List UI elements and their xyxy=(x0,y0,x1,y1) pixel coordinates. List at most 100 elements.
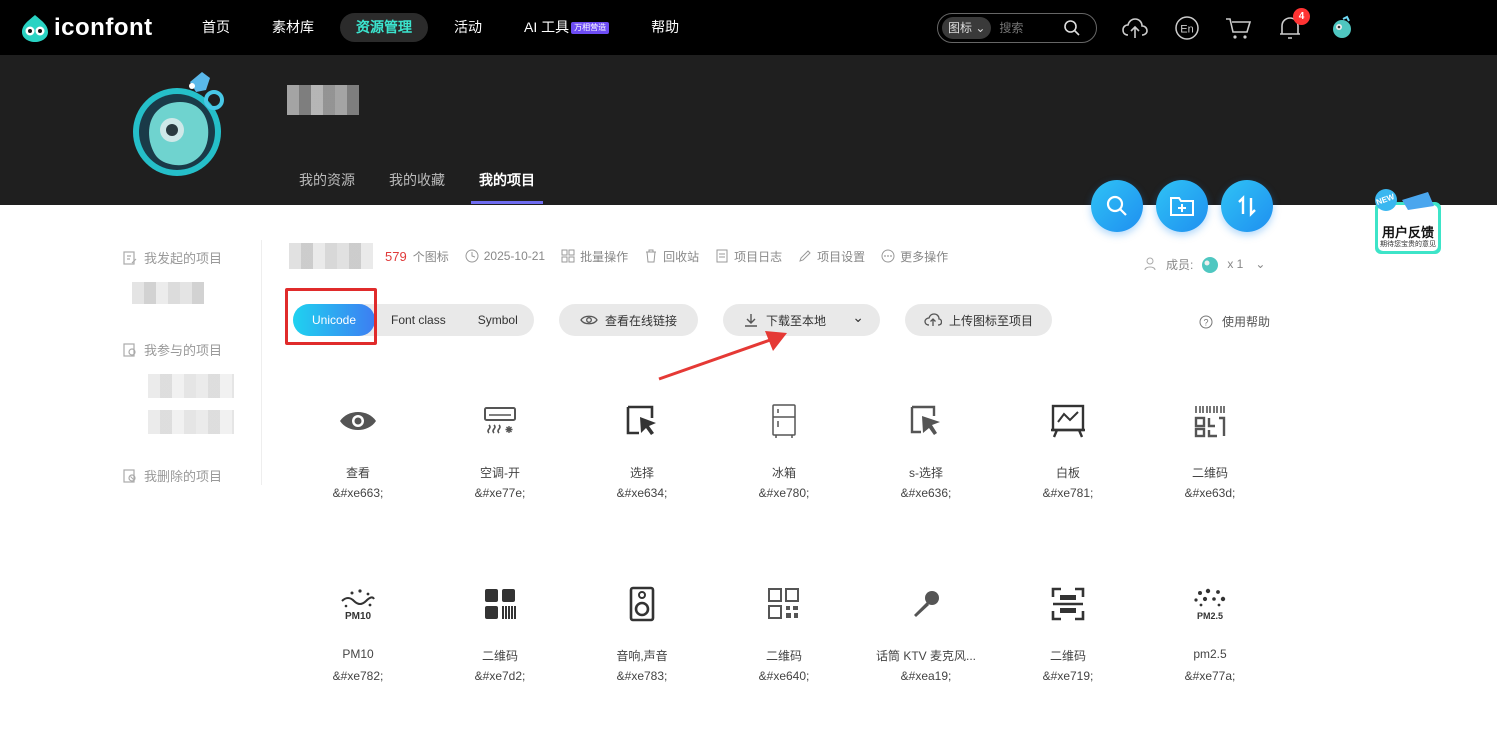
svg-text:PM2.5: PM2.5 xyxy=(1197,611,1223,621)
icon-card[interactable]: 查看 &#xe663; xyxy=(287,401,429,541)
icon-card[interactable]: 选择 &#xe634; xyxy=(571,401,713,541)
tab-my-favorites[interactable]: 我的收藏 xyxy=(381,160,453,204)
add-folder-float-button[interactable] xyxy=(1156,180,1208,232)
nav-materials[interactable]: 素材库 xyxy=(256,13,330,42)
icon-card[interactable]: PM2.5 pm2.5 &#xe77a; xyxy=(1139,584,1281,724)
nav-events[interactable]: 活动 xyxy=(438,13,498,42)
project-log-button[interactable]: 项目日志 xyxy=(715,248,782,265)
project-log-label: 项目日志 xyxy=(734,249,783,264)
batch-operation-label: 批量操作 xyxy=(580,249,629,264)
user-avatar[interactable] xyxy=(1328,14,1356,42)
chevron-down-icon[interactable]: ⌄ xyxy=(852,309,864,326)
icon-card[interactable]: s-选择 &#xe636; xyxy=(855,401,997,541)
more-dots-icon xyxy=(881,249,895,263)
upload-icons-button[interactable]: 上传图标至项目 xyxy=(905,304,1052,336)
sidebar-joined-projects[interactable]: 我参与的项目 xyxy=(122,340,222,359)
log-icon xyxy=(716,249,728,263)
icon-card[interactable]: 二维码 &#xe7d2; xyxy=(429,584,571,724)
sidebar-created-projects[interactable]: 我发起的项目 xyxy=(122,248,222,267)
delete-document-icon xyxy=(123,468,136,483)
s-select-icon xyxy=(906,401,946,441)
cart-icon[interactable] xyxy=(1224,14,1252,42)
profile-avatar xyxy=(130,62,230,182)
search-type-select[interactable]: 图标 ⌄ xyxy=(942,17,992,39)
nav-ai-tools-label: AI 工具 xyxy=(524,19,570,35)
batch-operation-button[interactable]: 批量操作 xyxy=(561,248,628,265)
icon-card[interactable]: 话筒 KTV 麦克风... &#xea19; xyxy=(855,584,997,724)
sidebar-deleted-projects[interactable]: 我删除的项目 xyxy=(122,466,222,485)
project-date: 2025-10-21 xyxy=(465,249,545,263)
icon-card[interactable]: 白板 &#xe781; xyxy=(997,401,1139,541)
sidebar-project-blurred[interactable] xyxy=(148,374,234,398)
icon-count-unit: 个图标 xyxy=(412,249,449,264)
language-en-icon[interactable]: En xyxy=(1173,14,1201,42)
search-input[interactable] xyxy=(999,21,1064,35)
icon-name: 二维码 xyxy=(1049,649,1086,663)
icon-name: pm2.5 xyxy=(1193,647,1227,661)
top-navigation-bar: iconfont 首页 素材库 资源管理 活动 AI 工具 万相营造 帮助 图标 … xyxy=(0,0,1497,55)
icon-unicode: &#xe636; xyxy=(900,486,952,500)
project-info-bar: 579 个图标 2025-10-21 批量操作 回收站 项目日志 项目设置 更多… xyxy=(289,241,948,271)
icon-card[interactable]: 音响,声音 &#xe783; xyxy=(571,584,713,724)
project-settings-button[interactable]: 项目设置 xyxy=(798,248,865,265)
upload-icons-label: 上传图标至项目 xyxy=(948,313,1033,328)
usage-help-label: 使用帮助 xyxy=(1222,315,1271,329)
icon-name: 冰箱 xyxy=(771,466,796,480)
icon-unicode: &#xe63d; xyxy=(1184,486,1236,500)
sidebar-project-blurred[interactable] xyxy=(132,282,204,304)
svg-text:?: ? xyxy=(1203,317,1208,327)
ai-badge: 万相营造 xyxy=(571,22,610,34)
nav-resource-management[interactable]: 资源管理 xyxy=(340,13,428,42)
member-avatar xyxy=(1202,257,1219,273)
icon-card[interactable]: 空调-开 &#xe77e; xyxy=(429,401,571,541)
pencil-icon xyxy=(799,250,811,262)
search-icon[interactable] xyxy=(1063,19,1081,37)
icon-name: PM10 xyxy=(342,647,374,661)
nav-ai-tools[interactable]: AI 工具 万相营造 xyxy=(508,13,625,42)
highlight-annotation-box xyxy=(285,288,377,345)
tab-symbol[interactable]: Symbol xyxy=(462,304,534,336)
tab-my-resources[interactable]: 我的资源 xyxy=(291,160,363,204)
recycle-bin-button[interactable]: 回收站 xyxy=(644,248,699,265)
clock-icon xyxy=(465,249,479,263)
sidebar-section-label: 我删除的项目 xyxy=(144,469,223,484)
chevron-down-icon: ⌄ xyxy=(975,21,986,35)
whiteboard-icon xyxy=(1048,401,1088,441)
usage-help-link[interactable]: ? 使用帮助 xyxy=(1199,313,1270,330)
members-label: 成员: xyxy=(1166,257,1194,272)
members-selector[interactable]: 成员: x 1 ⌄ xyxy=(1144,253,1265,275)
qrcode-icon xyxy=(480,584,520,624)
main-nav: 首页 素材库 资源管理 活动 AI 工具 万相营造 帮助 xyxy=(186,13,705,42)
icon-unicode: &#xea19; xyxy=(900,669,952,683)
icon-card[interactable]: 二维码 &#xe719; xyxy=(997,584,1139,724)
eye-icon xyxy=(580,315,598,325)
icon-card[interactable]: 二维码 &#xe63d; xyxy=(1139,401,1281,541)
qrcode-scan-icon xyxy=(1190,401,1230,441)
icon-card[interactable]: 二维码 &#xe640; xyxy=(713,584,855,724)
tab-my-projects[interactable]: 我的项目 xyxy=(471,160,543,204)
icon-unicode: &#xe780; xyxy=(758,486,810,500)
user-feedback-widget[interactable]: NEW 用户反馈 期待您宝贵的意见 xyxy=(1372,186,1444,258)
nav-home[interactable]: 首页 xyxy=(186,13,246,42)
project-owner-name-blurred xyxy=(287,85,359,115)
search-icon-float-button[interactable] xyxy=(1091,180,1143,232)
icon-card[interactable]: PM10 PM10 &#xe782; xyxy=(287,584,429,724)
icon-card[interactable]: 冰箱 &#xe780; xyxy=(713,401,855,541)
more-actions-button[interactable]: 更多操作 xyxy=(881,248,948,265)
iconfont-logo[interactable]: iconfont xyxy=(20,12,153,44)
icon-name: 选择 xyxy=(629,466,654,480)
upload-cloud-icon[interactable] xyxy=(1121,14,1149,42)
icon-name: 音响,声音 xyxy=(616,649,668,663)
icon-name: 空调-开 xyxy=(480,466,520,480)
tab-font-class[interactable]: Font class xyxy=(375,304,462,336)
sidebar-section-label: 我发起的项目 xyxy=(144,251,223,266)
svg-text:En: En xyxy=(1180,24,1193,36)
notification-bell-icon[interactable]: 4 xyxy=(1276,8,1310,42)
nav-help[interactable]: 帮助 xyxy=(635,13,695,42)
upload-cloud-icon xyxy=(924,313,942,326)
svg-text:PM10: PM10 xyxy=(345,611,372,621)
sidebar-project-blurred[interactable] xyxy=(148,410,234,434)
sort-float-button[interactable] xyxy=(1221,180,1273,232)
project-date-text: 2025-10-21 xyxy=(483,249,546,263)
more-actions-label: 更多操作 xyxy=(900,249,949,264)
